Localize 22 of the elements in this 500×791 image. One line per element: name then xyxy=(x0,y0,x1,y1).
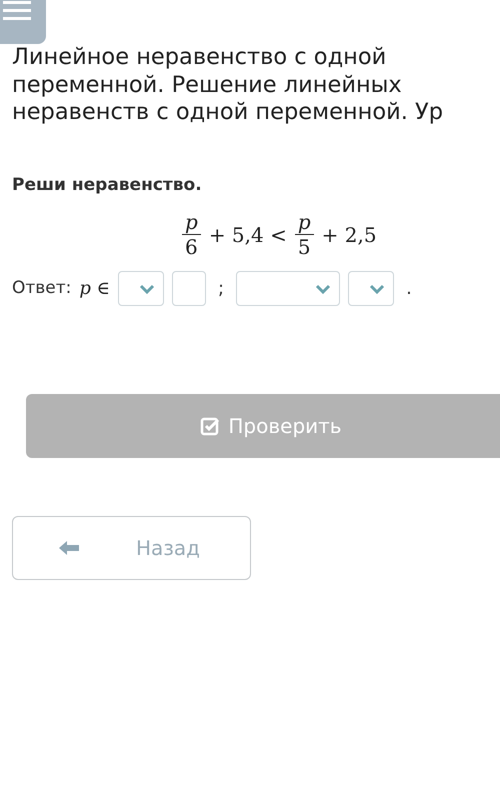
chevron-down-icon xyxy=(138,284,155,294)
fraction: p 5 xyxy=(294,210,314,259)
lesson-title: Линейное неравенство с одной переменной. Решение линейных неравенств с одной переменной. Ур xyxy=(12,44,444,126)
task-text: Реши неравенство. xyxy=(12,174,203,196)
back-button[interactable]: Назад xyxy=(12,516,251,580)
answer-label: Ответ: xyxy=(12,276,72,300)
fraction: p 6 xyxy=(182,210,201,259)
input-field[interactable] xyxy=(172,271,206,306)
dropdown-select[interactable] xyxy=(348,271,394,306)
menu-button[interactable] xyxy=(0,0,46,44)
math-expression: + 5,4 < xyxy=(208,222,287,248)
dropdown-select[interactable] xyxy=(118,271,164,306)
dropdown-select[interactable] xyxy=(236,271,340,306)
arrow-left-icon xyxy=(58,540,80,556)
math-expression: + 2,5 xyxy=(322,222,377,248)
chevron-down-icon xyxy=(315,284,332,294)
punctuation-text: ; xyxy=(218,277,224,301)
checkbox-icon xyxy=(200,416,220,436)
punctuation-text: . xyxy=(406,277,412,301)
math-expression: p ∈ xyxy=(79,277,110,301)
menu-icon xyxy=(3,1,31,20)
chevron-down-icon xyxy=(369,284,386,294)
